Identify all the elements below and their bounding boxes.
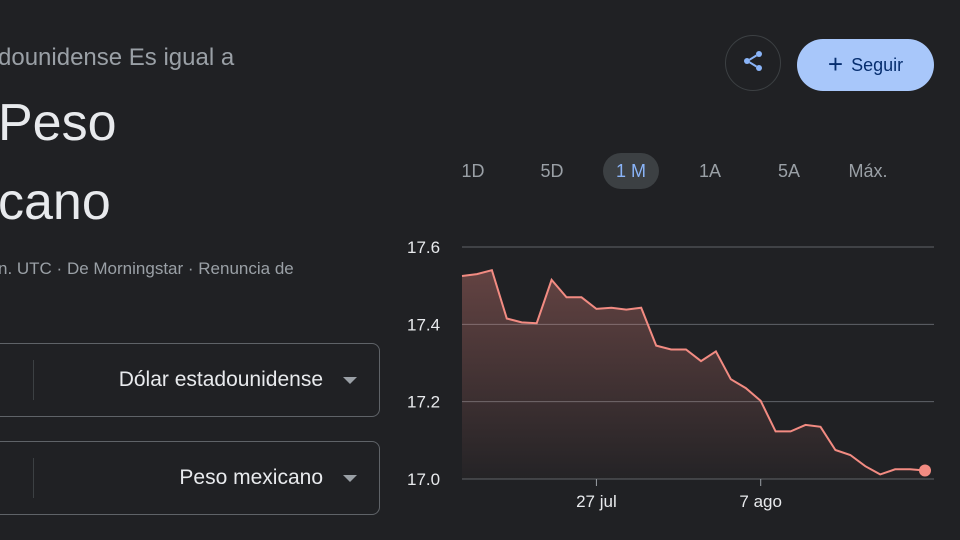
area-fill [462,270,925,479]
tab-5d[interactable]: 5D [530,153,574,189]
follow-button[interactable]: + Seguir [797,39,934,91]
conversion-subtitle: dounidense Es igual a [0,44,235,71]
result-currency-line1: Peso [0,94,117,152]
y-tick-label: 17.0 [407,470,440,489]
to-currency-row: Peso mexicano [0,441,380,515]
tab-1a[interactable]: 1A [689,153,731,189]
y-tick-label: 17.2 [407,393,440,412]
result-currency-line2: cano [0,173,111,231]
follow-label: Seguir [851,54,904,75]
from-currency-row: Dólar estadounidense [0,343,380,417]
y-tick-label: 17.6 [407,238,440,257]
exchange-rate-chart[interactable]: 17.6 17.4 17.2 17.0 27 jul 7 ago [395,225,940,525]
share-icon [741,49,765,78]
y-tick-label: 17.4 [407,315,440,334]
chevron-down-icon[interactable] [343,377,357,384]
from-currency-select[interactable]: Dólar estadounidense [119,344,323,416]
tab-1m[interactable]: 1 M [603,153,659,189]
source-disclaimer: n. UTC · De Morningstar · Renuncia de [0,259,294,278]
tab-max[interactable]: Máx. [838,153,898,189]
to-currency-select[interactable]: Peso mexicano [179,442,323,514]
field-divider [33,458,34,498]
current-value-dot [919,464,931,477]
tab-5a[interactable]: 5A [767,153,811,189]
chevron-down-icon[interactable] [343,475,357,482]
field-divider [33,360,34,400]
x-tick-label: 27 jul [576,492,617,511]
x-tick-label: 7 ago [739,492,782,511]
tab-1d[interactable]: 1D [452,153,494,189]
plus-icon: + [827,49,844,79]
share-button[interactable] [725,35,781,91]
